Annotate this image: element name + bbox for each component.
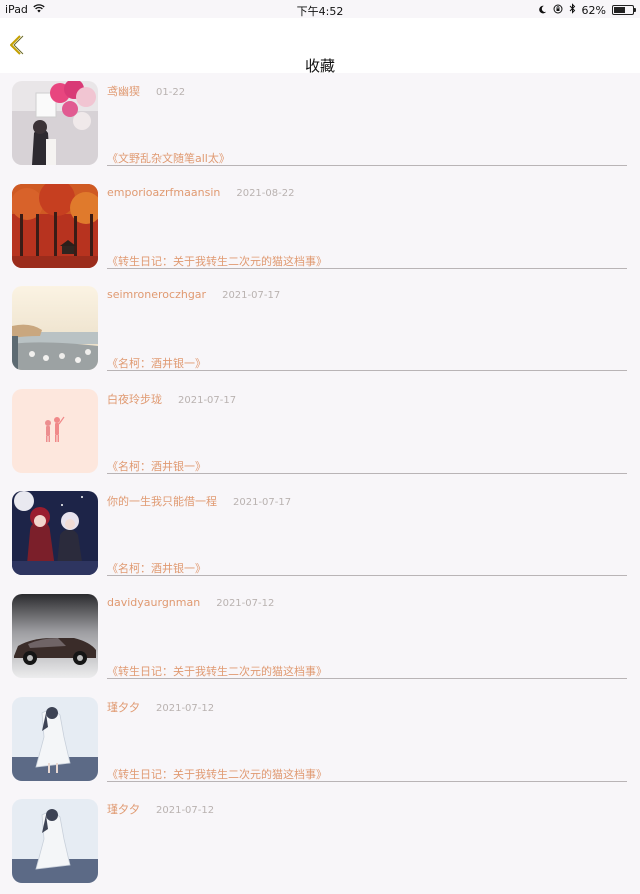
divider xyxy=(107,780,627,782)
item-fiction-title[interactable]: 《名柯：酒井银一》 xyxy=(107,560,206,576)
divider xyxy=(107,267,627,269)
username-text: 鸢幽猰 xyxy=(107,85,140,98)
item-date: 2021-07-12 xyxy=(216,597,275,609)
moon-icon xyxy=(538,4,547,17)
item-date: 2021-07-12 xyxy=(156,702,215,714)
username-text: 瑾夕夕 xyxy=(107,700,140,714)
item-date: 2021-07-17 xyxy=(222,290,281,302)
avatar-thumbnail xyxy=(12,286,98,371)
list-item[interactable]: 白夜玲步珑 2021-07-17 《名柯：酒井银一》 xyxy=(0,381,640,484)
username-text: 你的一生我只能借一程 xyxy=(107,495,217,509)
username-text: emporioazrfmaansin xyxy=(107,185,221,199)
divider xyxy=(107,575,627,577)
battery-fill xyxy=(614,7,626,13)
list-item[interactable]: davidyaurgnman 2021-07-12 《转生日记：关于我转生二次元的… xyxy=(0,586,640,689)
list-item[interactable]: 瑾夕夕 2021-07-12 xyxy=(0,791,640,894)
list-item[interactable]: emporioazrfmaansin 2021-08-22 《转生日记：关于我转生… xyxy=(0,176,640,279)
status-right: 62% xyxy=(538,3,636,17)
divider xyxy=(107,165,627,166)
username-text: seimroneroczhgar xyxy=(107,288,207,302)
item-username: 瑾夕夕 2021-07-12 xyxy=(107,699,214,715)
list-item[interactable]: seimroneroczhgar 2021-07-17 《名柯：酒井银一》 xyxy=(0,278,640,381)
item-username: 鸢幽猰 01-22 xyxy=(107,83,185,99)
item-date: 2021-07-12 xyxy=(156,805,215,817)
item-username: 你的一生我只能借一程 2021-07-17 xyxy=(107,493,291,509)
nav-bar: 收藏 xyxy=(0,18,640,75)
list-item[interactable]: 鸢幽猰 01-22 《文野乱杂文随笔all太》 xyxy=(0,73,640,176)
item-date: 01-22 xyxy=(156,87,186,98)
item-fiction-title[interactable]: 《转生日记：关于我转生二次元的猫这档事》 xyxy=(107,253,327,269)
list-item[interactable]: 你的一生我只能借一程 2021-07-17 《名柯：酒井银一》 xyxy=(0,483,640,586)
username-text: davidyaurgnman xyxy=(107,595,201,609)
status-bar: iPad 下午4:52 62% xyxy=(0,0,640,18)
item-username: seimroneroczhgar 2021-07-17 xyxy=(107,288,280,301)
battery-icon xyxy=(612,5,636,15)
avatar-thumbnail xyxy=(12,491,98,576)
item-username: davidyaurgnman 2021-07-12 xyxy=(107,596,274,609)
battery-percent: 62% xyxy=(581,3,606,17)
favorites-list: 鸢幽猰 01-22 《文野乱杂文随笔all太》 emporioazrfmaans… xyxy=(0,73,640,894)
item-fiction-title[interactable]: 《转生日记：关于我转生二次元的猫这档事》 xyxy=(107,663,327,679)
avatar-thumbnail xyxy=(12,593,98,678)
orientation-lock-icon xyxy=(553,4,563,17)
divider xyxy=(107,677,627,679)
item-fiction-title[interactable]: 《文野乱杂文随笔all太》 xyxy=(107,150,230,166)
item-date: 2021-08-22 xyxy=(236,187,295,199)
item-username: 白夜玲步珑 2021-07-17 xyxy=(107,391,236,407)
avatar-thumbnail xyxy=(12,696,98,781)
divider xyxy=(107,370,627,372)
item-date: 2021-07-17 xyxy=(178,394,237,406)
item-username: emporioazrfmaansin 2021-08-22 xyxy=(107,186,294,199)
avatar-thumbnail xyxy=(12,388,98,473)
avatar-thumbnail xyxy=(12,81,98,165)
item-fiction-title[interactable]: 《名柯：酒井银一》 xyxy=(107,355,206,371)
item-fiction-title[interactable]: 《名柯：酒井银一》 xyxy=(107,458,206,474)
item-fiction-title[interactable]: 《转生日记：关于我转生二次元的猫这档事》 xyxy=(107,766,327,782)
avatar-thumbnail xyxy=(12,799,98,884)
item-username: 瑾夕夕 2021-07-12 xyxy=(107,801,214,817)
username-text: 瑾夕夕 xyxy=(107,803,140,817)
bluetooth-icon xyxy=(569,3,576,17)
divider xyxy=(107,472,627,474)
username-text: 白夜玲步珑 xyxy=(107,392,162,406)
list-item[interactable]: 瑾夕夕 2021-07-12 《转生日记：关于我转生二次元的猫这档事》 xyxy=(0,689,640,792)
avatar-thumbnail xyxy=(12,183,98,268)
item-date: 2021-07-17 xyxy=(233,497,292,509)
